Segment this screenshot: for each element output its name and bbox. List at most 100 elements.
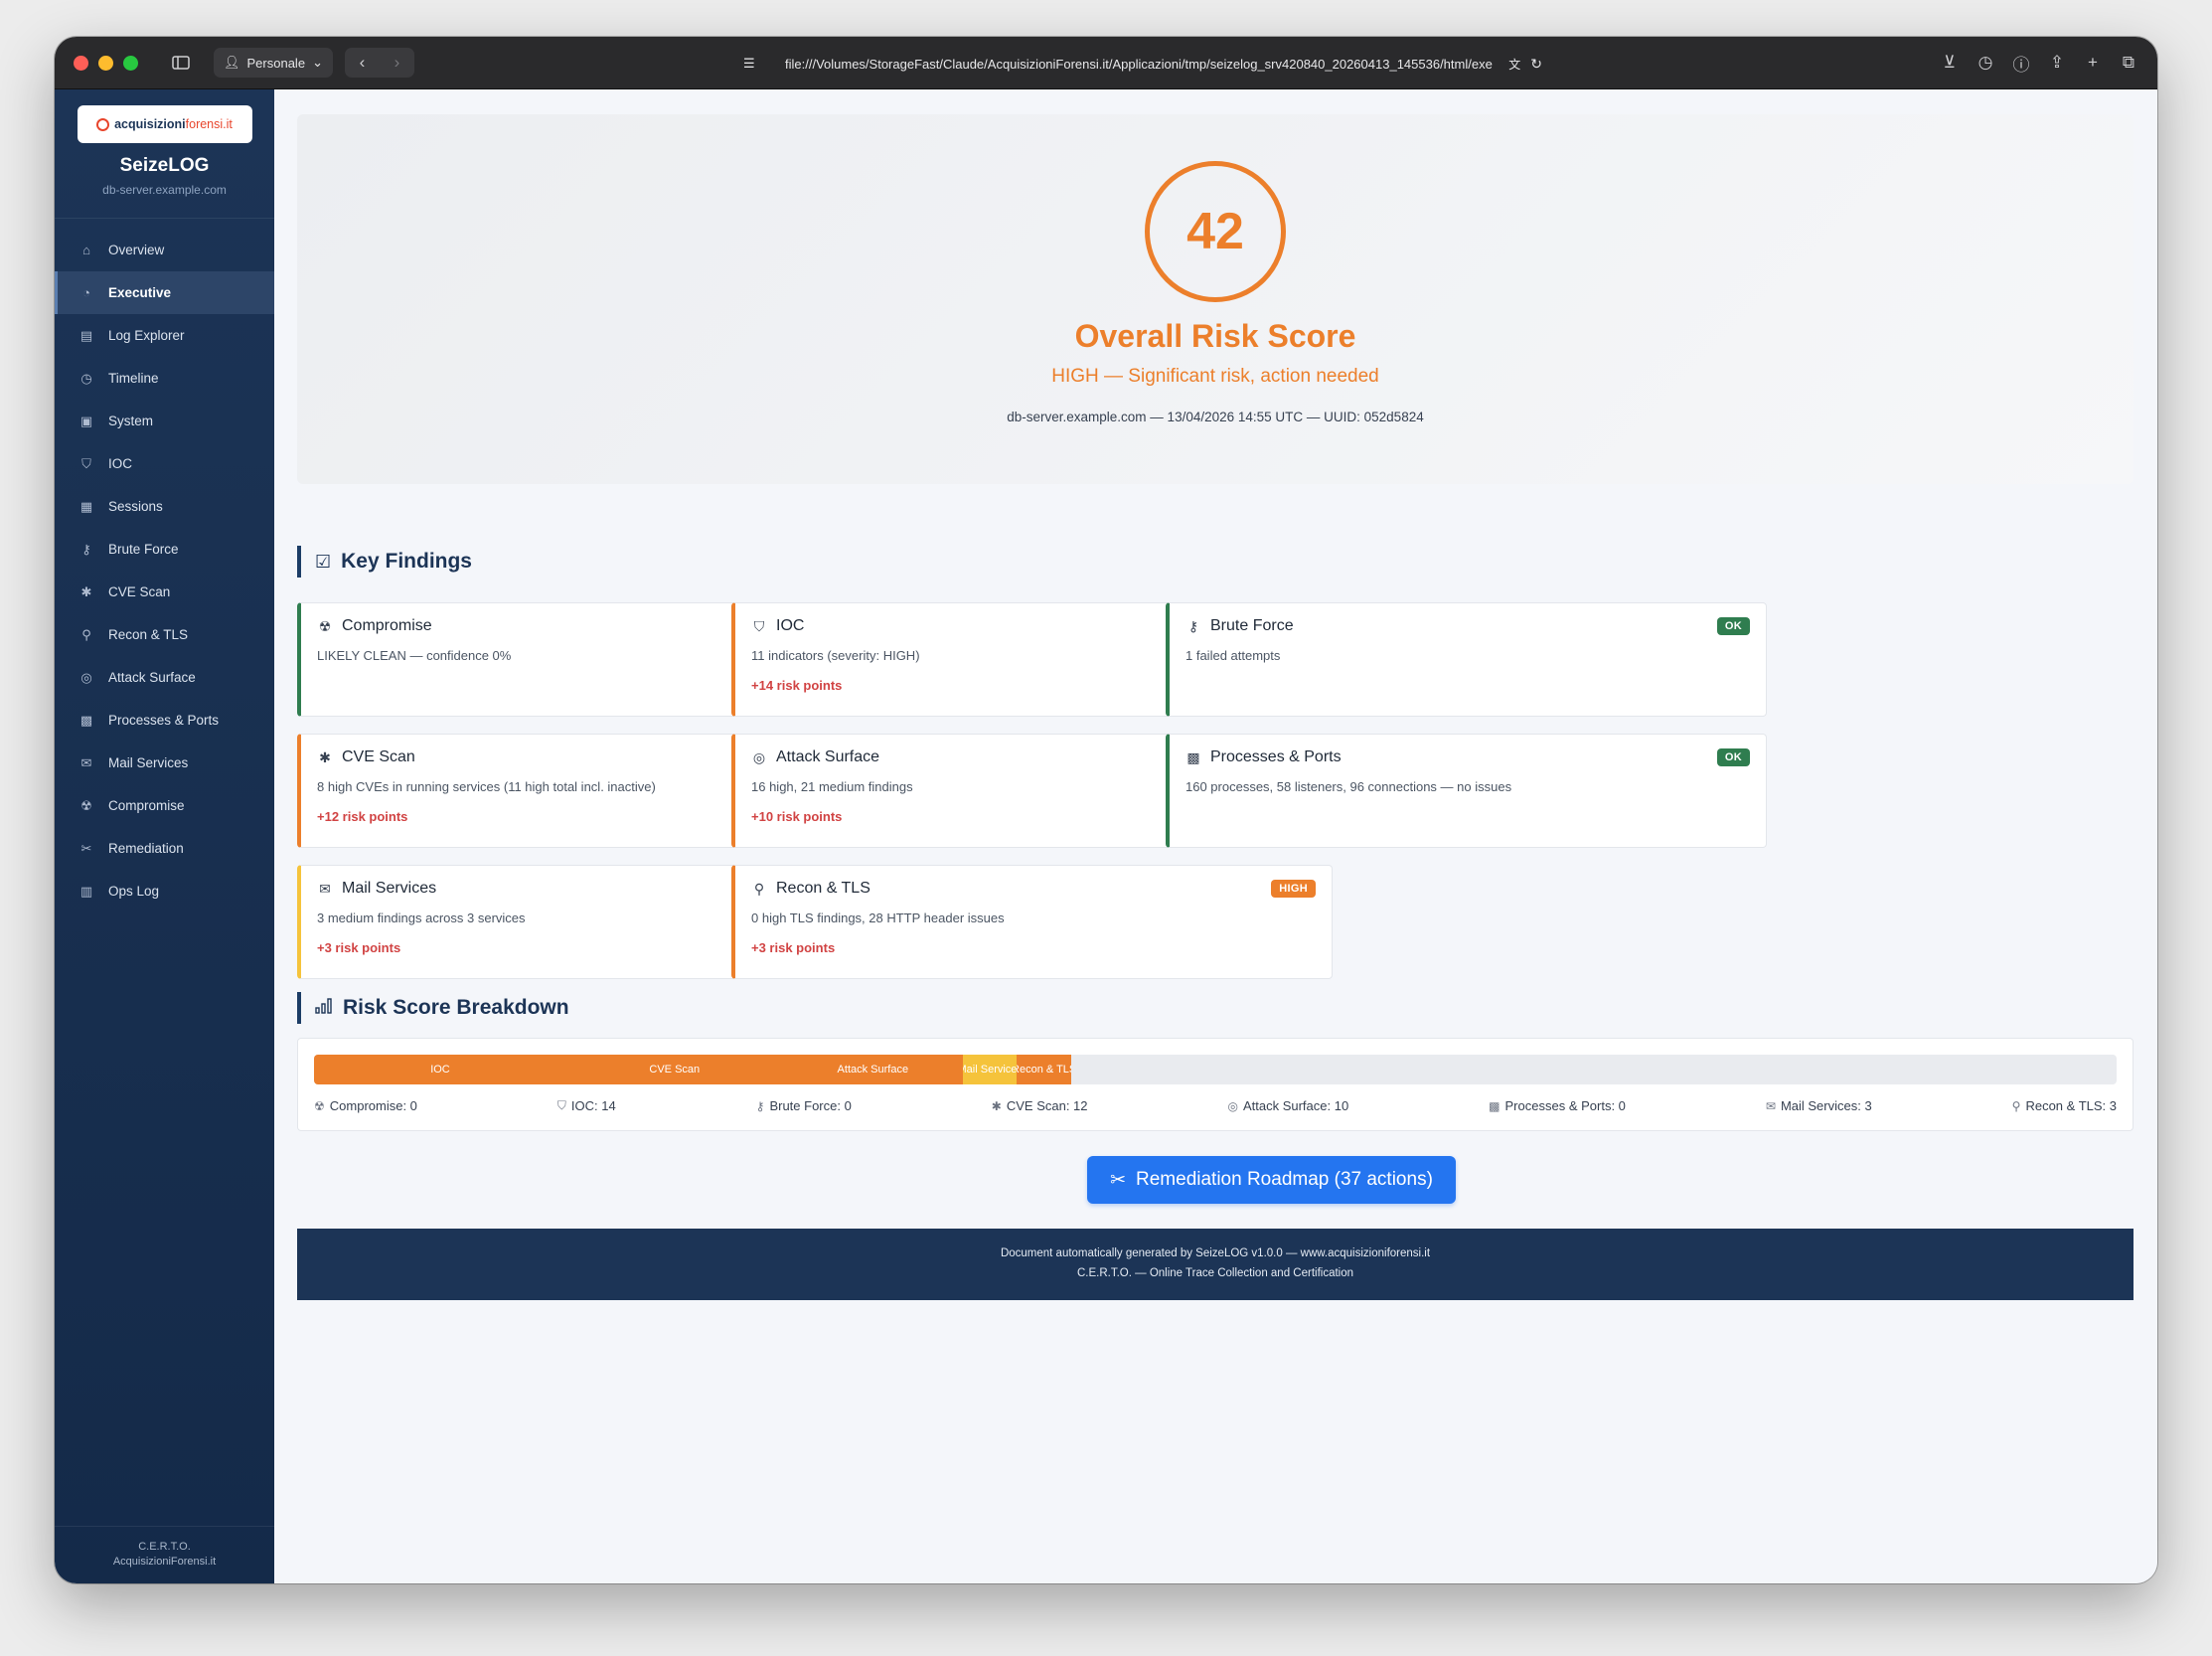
forward-arrow-icon[interactable]: › [395, 53, 400, 73]
sidebar-item-timeline[interactable]: ◷ Timeline [55, 357, 274, 400]
remediation-roadmap-button[interactable]: ✂ Remediation Roadmap (37 actions) [1087, 1156, 1456, 1204]
chip-icon: ▩ [1186, 748, 1200, 765]
severity-badge: HIGH [1271, 880, 1316, 898]
url-text: file:///Volumes/StorageFast/Claude/Acqui… [785, 56, 1493, 72]
chevron-down-icon: ⌄ [312, 55, 323, 70]
breakdown-legend-item: ⚲ Recon & TLS: 3 [2012, 1098, 2117, 1113]
magnifier-icon: ⚲ [753, 880, 765, 897]
legend-text: Compromise: 0 [329, 1098, 417, 1113]
sidebar-item-label: Processes & Ports [108, 713, 220, 728]
breakdown-title: Risk Score Breakdown [343, 996, 569, 1019]
severity-badge: OK [1716, 617, 1750, 635]
biohazard-icon: ☢ [314, 1098, 325, 1113]
sidebar-item-label: Compromise [108, 798, 185, 813]
mail-icon: ✉ [80, 754, 92, 770]
finding-card-brute-force[interactable]: ⚷ Brute Force OK 1 failed attempts [1166, 602, 1767, 717]
sidebar-item-label: Overview [108, 243, 165, 257]
company-logo[interactable]: acquisizioniforensi.it [77, 105, 252, 143]
zoom-window-button[interactable] [123, 55, 138, 71]
page-settings-icon[interactable]: ☰ [743, 56, 755, 72]
tab-overview-icon[interactable]: ⧉ [2118, 48, 2139, 78]
sidebar-item-compromise[interactable]: ☢ Compromise [55, 784, 274, 827]
back-arrow-icon[interactable]: ‹ [360, 53, 366, 73]
key-findings-heading: ☑ Key Findings [297, 546, 472, 578]
breakdown-segment-mail-services: Mail Services [963, 1055, 1018, 1084]
sidebar-item-sessions[interactable]: ▦ Sessions [55, 485, 274, 528]
sidebar-item-label: Log Explorer [108, 328, 185, 343]
key-icon: ⚷ [1187, 617, 1199, 634]
brand-block: acquisizioniforensi.it SeizeLOG db-serve… [55, 89, 274, 219]
severity-badge: OK [1716, 748, 1750, 766]
sidebar-item-executive[interactable]: ◔ Executive [55, 271, 274, 314]
legend-text: IOC: 14 [570, 1098, 616, 1113]
bug-icon: ✱ [319, 748, 331, 765]
sidebar-item-mail-services[interactable]: ✉ Mail Services [55, 742, 274, 784]
finding-card-header: ⚷ Brute Force OK [1185, 617, 1750, 635]
sidebar-item-label: Recon & TLS [108, 627, 189, 642]
sidebar-item-ops-log[interactable]: ▥ Ops Log [55, 870, 274, 912]
breakdown-legend-item: ▩ Processes & Ports: 0 [1489, 1098, 1626, 1113]
sidebar-item-label: Timeline [108, 371, 159, 386]
risk-score-ring: 42 [1145, 161, 1286, 302]
info-icon[interactable]: ⓘ [2010, 48, 2032, 78]
sidebar-item-processes-ports[interactable]: ▩ Processes & Ports [55, 699, 274, 742]
host-name: db-server.example.com [102, 183, 227, 197]
browser-toolbar: 👤︎ Personale ⌄ ‹ › ☰ file:///Volumes/Sto… [55, 37, 2157, 89]
share-icon[interactable]: ⇪ [2046, 48, 2068, 78]
tools-icon: ✂ [80, 840, 92, 856]
remediation-roadmap-label: Remediation Roadmap (37 actions) [1136, 1169, 1433, 1190]
home-icon: ⌂ [82, 243, 90, 257]
new-tab-icon[interactable]: + [2082, 48, 2104, 78]
breakdown-legend-item: ⛉ IOC: 14 [557, 1098, 616, 1113]
sidebar-item-remediation[interactable]: ✂ Remediation [55, 827, 274, 870]
gauge-icon: ◔ [82, 285, 90, 300]
sidebar-item-label: Brute Force [108, 542, 179, 557]
bug-icon: ✱ [991, 1098, 1002, 1113]
key-findings-title: Key Findings [341, 550, 472, 573]
breakdown-heading: Risk Score Breakdown [297, 992, 569, 1024]
magnifier-icon: ⚲ [81, 626, 91, 642]
breakdown-segment-ioc: IOC [314, 1055, 566, 1084]
breakdown-legend-item: ✱ CVE Scan: 12 [992, 1098, 1088, 1113]
finding-description: 0 high TLS findings, 28 HTTP header issu… [751, 911, 1005, 925]
key-icon: ⚷ [755, 1098, 765, 1113]
logo-text-b: forensi.it [185, 117, 233, 131]
finding-card-header: ▩ Processes & Ports OK [1185, 748, 1750, 766]
translate-icon[interactable]: 文 [1508, 56, 1520, 73]
sidebar-footer: C.E.R.T.O. AcquisizioniForensi.it [55, 1526, 274, 1583]
close-window-button[interactable] [74, 55, 88, 71]
sidebar-item-recon-tls[interactable]: ⚲ Recon & TLS [55, 613, 274, 656]
sidebar-item-label: Ops Log [108, 884, 160, 899]
history-clock-icon[interactable]: ◷ [1975, 48, 1996, 78]
minimize-window-button[interactable] [98, 55, 113, 71]
biohazard-icon: ☢ [80, 797, 92, 813]
sidebar-item-system[interactable]: ▣ System [55, 400, 274, 442]
finding-title: Attack Surface [776, 748, 880, 765]
legend-text: Mail Services: 3 [1780, 1098, 1872, 1113]
sidebar-item-label: CVE Scan [108, 584, 171, 599]
downloads-icon[interactable]: ⊻ [1939, 48, 1961, 78]
sidebar-item-log-explorer[interactable]: ▤ Log Explorer [55, 314, 274, 357]
computer-icon: ▣ [79, 413, 93, 428]
profile-button[interactable]: 👤︎ Personale ⌄ [214, 48, 333, 78]
sidebar-item-ioc[interactable]: ⛉ IOC [55, 442, 274, 485]
terminal-icon: ▦ [79, 498, 93, 514]
address-bar[interactable]: ☰ file:///Volumes/StorageFast/Claude/Acq… [678, 48, 1542, 80]
finding-card-processes-ports[interactable]: ▩ Processes & Ports OK 160 processes, 58 li… [1166, 734, 1767, 848]
chip-icon: ▩ [1489, 1098, 1501, 1113]
sidebar-item-label: Attack Surface [108, 670, 196, 685]
profile-label: Personale [246, 55, 306, 71]
sidebar-item-overview[interactable]: ⌂ Overview [55, 229, 274, 271]
sidebar-item-cve-scan[interactable]: ✱ CVE Scan [55, 571, 274, 613]
bar-chart-icon [315, 997, 333, 1019]
sidebar-item-brute-force[interactable]: ⚷ Brute Force [55, 528, 274, 571]
clock-icon: ◷ [80, 370, 92, 386]
toolbar-actions: ⊻ ◷ ⓘ ⇪ + ⧉ [1939, 48, 2139, 78]
sidebar-toggle-icon[interactable] [164, 48, 198, 78]
shield-icon: ⛉ [81, 455, 91, 471]
sidebar-nav: ⌂ Overview ◔ Executive ▤ Log Explorer ◷ Timelin… [55, 229, 274, 912]
reload-icon[interactable]: ↻ [1530, 56, 1542, 73]
sidebar-item-attack-surface[interactable]: ◎ Attack Surface [55, 656, 274, 699]
finding-card-recon-tls[interactable]: ⚲ Recon & TLS HIGH 0 high TLS findings, 28 … [731, 865, 1333, 979]
finding-title: Brute Force [1210, 617, 1294, 634]
